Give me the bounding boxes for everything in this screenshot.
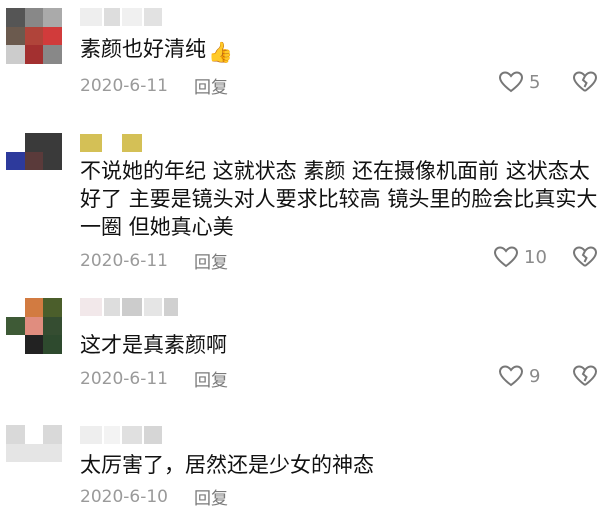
username[interactable] <box>80 426 162 444</box>
avatar-pixel <box>43 26 62 46</box>
comment-meta: 2020-6-11 回复 <box>80 248 228 274</box>
avatar-pixel <box>43 8 62 27</box>
heart-icon <box>493 246 519 268</box>
like-button[interactable]: 5 <box>498 70 540 94</box>
avatar-pixel <box>6 170 25 189</box>
like-button[interactable]: 9 <box>498 364 540 388</box>
avatar-pixel <box>43 462 62 481</box>
username-pixel <box>122 8 142 26</box>
comment-text-content: 不说她的年纪 这就状态 素颜 还在摄像机面前 这状态太好了 主要是镜头对人要求比… <box>80 159 598 239</box>
like-count: 5 <box>529 71 541 93</box>
username-pixel <box>122 298 142 316</box>
comment-text: 不说她的年纪 这就状态 素颜 还在摄像机面前 这状态太好了 主要是镜头对人要求比… <box>80 157 600 241</box>
username-pixel <box>122 134 142 152</box>
dislike-button[interactable] <box>572 70 598 98</box>
reply-button[interactable]: 回复 <box>194 366 228 391</box>
username[interactable] <box>80 8 162 26</box>
avatar-pixel <box>6 335 25 354</box>
avatar-pixel <box>24 26 44 46</box>
avatar-pixel <box>24 170 44 189</box>
comment-text-content: 素颜也好清纯 <box>80 37 206 61</box>
avatar-pixel <box>24 316 44 336</box>
avatar-pixel <box>6 151 25 171</box>
like-count: 10 <box>524 246 547 268</box>
avatar-pixel <box>43 425 62 444</box>
avatar-pixel <box>43 335 62 354</box>
avatar-pixel <box>43 298 62 317</box>
dislike-button[interactable] <box>572 245 598 273</box>
avatar-pixel <box>6 133 25 152</box>
avatar-pixel <box>24 133 44 152</box>
username-pixel <box>80 298 102 316</box>
avatar-pixel <box>6 8 25 27</box>
username-pixel <box>104 298 120 316</box>
like-button[interactable]: 10 <box>493 245 547 269</box>
username-pixel <box>80 134 102 152</box>
comment-date: 2020-6-11 <box>80 75 168 96</box>
username-pixel <box>164 298 178 316</box>
comment-meta: 2020-6-11 回复 <box>80 366 228 392</box>
avatar-pixel <box>43 443 62 463</box>
broken-heart-icon <box>572 71 598 92</box>
avatar-pixel <box>24 443 44 463</box>
comment-date: 2020-6-11 <box>80 368 168 389</box>
username-pixel <box>104 134 120 152</box>
username-pixel <box>144 426 162 444</box>
username-pixel <box>80 426 102 444</box>
heart-icon <box>498 365 524 387</box>
username-pixel <box>144 8 162 26</box>
comment-date: 2020-6-10 <box>80 486 168 507</box>
username-pixel <box>122 426 142 444</box>
avatar[interactable] <box>6 8 62 64</box>
avatar-pixel <box>6 298 25 317</box>
avatar-pixel <box>43 151 62 171</box>
thumbs-up-emoji: 👍 <box>208 40 233 64</box>
avatar[interactable] <box>6 133 62 189</box>
username-pixel <box>80 8 102 26</box>
comment-text-content: 这才是真素颜啊 <box>80 333 227 357</box>
reply-button[interactable]: 回复 <box>194 73 228 98</box>
heart-icon <box>498 71 524 93</box>
avatar-pixel <box>24 462 44 481</box>
avatar-pixel <box>43 316 62 336</box>
avatar-pixel <box>6 316 25 336</box>
comment-date: 2020-6-11 <box>80 250 168 271</box>
comment-text-content: 太厉害了，居然还是少女的神态 <box>80 453 374 477</box>
avatar-pixel <box>6 462 25 481</box>
avatar-pixel <box>24 335 44 354</box>
avatar-pixel <box>24 151 44 171</box>
avatar-pixel <box>43 170 62 189</box>
comment-text: 素颜也好清纯 👍 <box>80 36 590 64</box>
username-pixel <box>104 8 120 26</box>
avatar-pixel <box>6 45 25 64</box>
reply-button[interactable]: 回复 <box>194 484 228 509</box>
comment-meta: 2020-6-11 回复 <box>80 73 228 99</box>
avatar-pixel <box>43 45 62 64</box>
avatar-pixel <box>6 443 25 463</box>
avatar-pixel <box>43 133 62 152</box>
username[interactable] <box>80 298 178 316</box>
broken-heart-icon <box>572 365 598 386</box>
avatar-pixel <box>6 26 25 46</box>
like-count: 9 <box>529 365 541 387</box>
comment-text: 太厉害了，居然还是少女的神态 <box>80 452 590 479</box>
avatar[interactable] <box>6 425 62 481</box>
broken-heart-icon <box>572 246 598 267</box>
avatar-pixel <box>24 298 44 317</box>
comment-meta: 2020-6-10 回复 <box>80 484 228 509</box>
avatar[interactable] <box>6 298 62 354</box>
avatar-pixel <box>24 8 44 27</box>
username-pixel <box>104 426 120 444</box>
avatar-pixel <box>24 425 44 444</box>
username-pixel <box>144 298 162 316</box>
dislike-button[interactable] <box>572 364 598 392</box>
username[interactable] <box>80 134 142 152</box>
avatar-pixel <box>24 45 44 64</box>
avatar-pixel <box>6 425 25 444</box>
reply-button[interactable]: 回复 <box>194 248 228 273</box>
comment-text: 这才是真素颜啊 <box>80 332 590 359</box>
